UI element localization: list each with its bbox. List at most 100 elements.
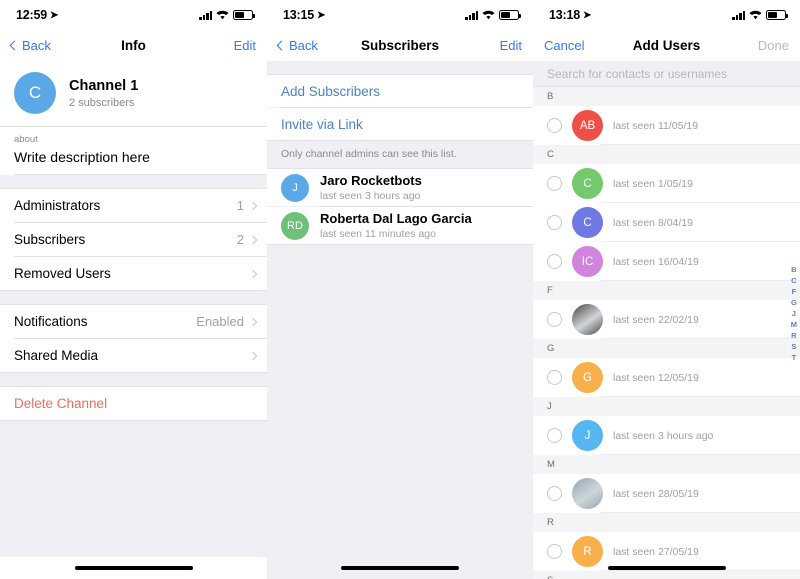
home-indicator[interactable] <box>74 566 193 570</box>
contact-status: last seen 1/05/19 <box>613 177 693 190</box>
select-checkbox[interactable] <box>547 118 562 134</box>
subscriber-status: last seen 3 hours ago <box>320 190 421 202</box>
battery-icon <box>766 10 788 20</box>
section-header: J <box>533 397 800 417</box>
divider <box>601 144 800 146</box>
channel-profile-text: Channel 1 2 subscribers <box>69 78 138 109</box>
list-item-text: Roberta Dal Lago Garcia last seen 11 min… <box>320 211 472 240</box>
section-gap <box>267 61 533 74</box>
alphabet-index-letter[interactable]: S <box>791 342 796 351</box>
row-accessory: 2 <box>236 232 258 247</box>
add-subscribers-button[interactable]: Add Subscribers <box>267 75 533 107</box>
chevron-right-icon <box>248 235 258 244</box>
divider <box>601 396 800 398</box>
contact-row[interactable]: last seen 22/02/19 <box>533 300 800 340</box>
avatar: C <box>572 168 603 200</box>
cellular-bars-icon <box>199 10 212 20</box>
screen-subscribers: 13:15 ➤ Back Subscribers Edit Add Subscr… <box>267 0 533 579</box>
list-item[interactable]: J Jaro Rocketbots last seen 3 hours ago <box>267 169 533 206</box>
select-checkbox[interactable] <box>547 486 562 502</box>
status-bar-clock: 12:59 <box>16 8 47 22</box>
contact-status: last seen 8/04/19 <box>613 216 693 229</box>
navigation-bar: Cancel Add Users Done <box>533 30 800 61</box>
invite-via-link-button[interactable]: Invite via Link <box>267 108 533 140</box>
alphabet-index-letter[interactable]: C <box>791 276 796 285</box>
contact-row[interactable]: last seen 28/05/19 <box>533 474 800 514</box>
contact-status: last seen 12/05/19 <box>613 371 699 384</box>
row-value: 1 <box>236 198 244 213</box>
row-label: Removed Users <box>14 266 111 281</box>
alphabet-index-letter[interactable]: T <box>792 353 797 362</box>
select-checkbox[interactable] <box>547 176 562 192</box>
status-bar-indicators <box>199 10 255 20</box>
delete-channel-button[interactable]: Delete Channel <box>0 387 267 420</box>
subscriber-name: Roberta Dal Lago Garcia <box>320 211 472 226</box>
row-administrators[interactable]: Administrators 1 <box>0 189 267 222</box>
edit-button[interactable]: Edit <box>470 38 522 53</box>
contact-row[interactable]: IC last seen 16/04/19 <box>533 242 800 282</box>
status-bar-time-group: 12:59 ➤ <box>16 8 58 22</box>
back-button[interactable]: Back <box>276 38 330 53</box>
home-indicator[interactable] <box>607 566 726 570</box>
home-indicator[interactable] <box>341 566 459 570</box>
contact-row[interactable]: AB last seen 11/05/19 <box>533 106 800 146</box>
row-notifications[interactable]: Notifications Enabled <box>0 305 267 338</box>
chevron-left-icon <box>276 40 287 51</box>
done-button[interactable]: Done <box>737 38 789 53</box>
list-item[interactable]: RD Roberta Dal Lago Garcia last seen 11 … <box>267 207 533 244</box>
subscriber-name: Jaro Rocketbots <box>320 173 422 188</box>
search-input[interactable]: Search for contacts or usernames <box>533 61 800 88</box>
wifi-icon <box>216 10 229 20</box>
row-accessory <box>248 351 258 360</box>
divider <box>601 454 800 456</box>
channel-subscriber-count: 2 subscribers <box>69 96 135 109</box>
row-label: Subscribers <box>14 232 86 247</box>
row-accessory: Enabled <box>196 314 258 329</box>
section-gap <box>0 175 267 188</box>
subscriber-status: last seen 11 minutes ago <box>320 228 436 240</box>
section-header: B <box>533 87 800 107</box>
row-label: Shared Media <box>14 348 99 363</box>
row-subscribers[interactable]: Subscribers 2 <box>0 223 267 256</box>
row-removed-users[interactable]: Removed Users <box>0 257 267 290</box>
status-bar: 12:59 ➤ <box>0 0 267 30</box>
status-bar: 13:18 ➤ <box>533 0 800 30</box>
select-checkbox[interactable] <box>547 428 562 444</box>
row-value: 2 <box>236 232 244 247</box>
contact-row[interactable]: G last seen 12/05/19 <box>533 358 800 398</box>
select-checkbox[interactable] <box>547 312 562 328</box>
list-visibility-note: Only channel admins can see this list. <box>267 141 533 168</box>
contact-status: last seen 3 hours ago <box>613 429 714 442</box>
row-label: Notifications <box>14 314 88 329</box>
about-section[interactable]: about Write description here <box>0 127 267 174</box>
select-checkbox[interactable] <box>547 254 562 270</box>
alphabet-index-letter[interactable]: J <box>792 309 796 318</box>
alphabet-index-letter[interactable]: F <box>792 287 797 296</box>
contact-row[interactable]: C last seen 8/04/19 <box>533 203 800 243</box>
avatar: C <box>572 207 603 239</box>
back-button-label: Back <box>289 38 318 53</box>
alphabet-index-letter[interactable]: G <box>791 298 797 307</box>
alphabet-index-letter[interactable]: B <box>791 265 796 274</box>
select-checkbox[interactable] <box>547 370 562 386</box>
home-indicator-area <box>267 557 533 579</box>
avatar: J <box>572 420 603 452</box>
delete-channel-label: Delete Channel <box>14 396 108 411</box>
alphabet-index[interactable]: B C F G J M R S T <box>791 265 797 362</box>
row-accessory: 1 <box>236 198 258 213</box>
alphabet-index-letter[interactable]: R <box>791 331 796 340</box>
contact-row[interactable]: C last seen 1/05/19 <box>533 164 800 204</box>
contacts-list: B C F G J M R S T B AB last seen 11/05/1… <box>533 87 800 579</box>
cancel-button[interactable]: Cancel <box>544 38 596 53</box>
row-shared-media[interactable]: Shared Media <box>0 339 267 372</box>
status-bar-time-group: 13:15 ➤ <box>283 8 325 22</box>
back-button[interactable]: Back <box>9 38 63 53</box>
edit-button[interactable]: Edit <box>204 38 256 53</box>
home-indicator-area <box>0 557 267 579</box>
select-checkbox[interactable] <box>547 215 562 231</box>
channel-profile-header[interactable]: C Channel 1 2 subscribers <box>0 61 267 126</box>
alphabet-index-letter[interactable]: M <box>791 320 797 329</box>
divider <box>601 512 800 514</box>
contact-row[interactable]: J last seen 3 hours ago <box>533 416 800 456</box>
section-gap <box>0 373 267 386</box>
